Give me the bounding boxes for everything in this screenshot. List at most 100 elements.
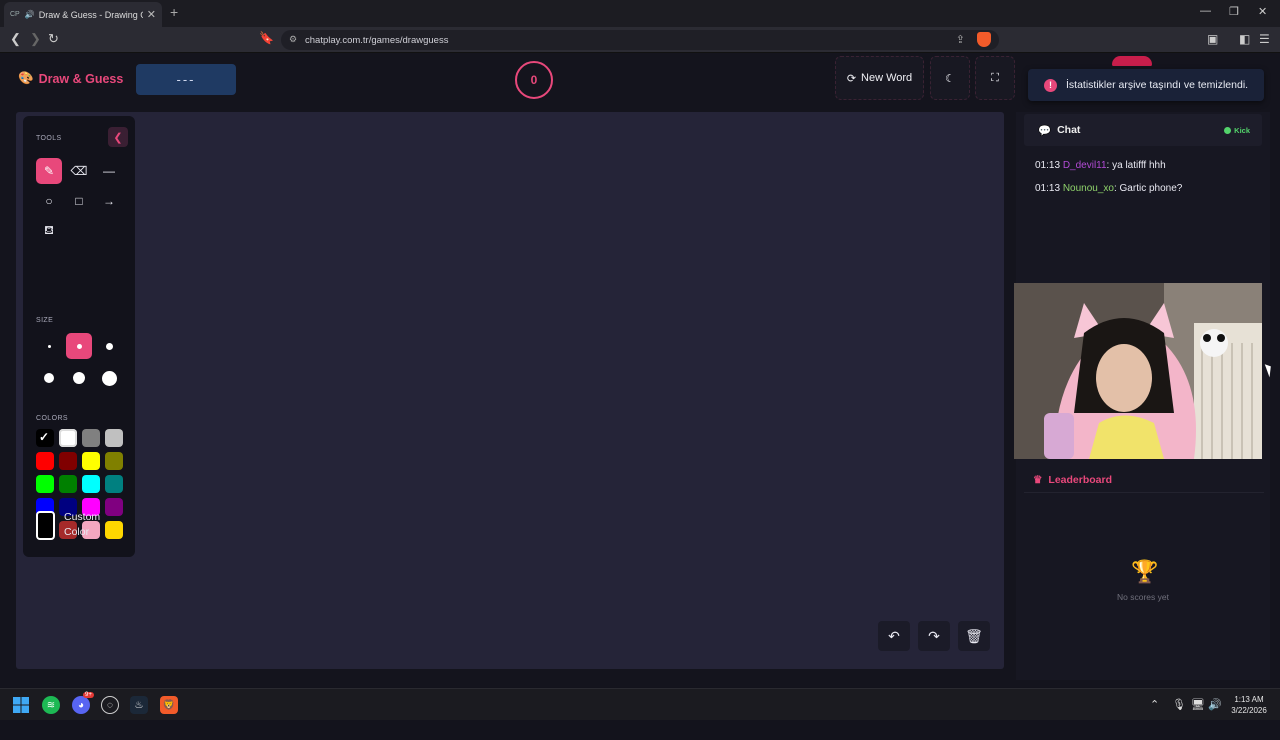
menu-icon[interactable]: ☰ bbox=[1259, 32, 1270, 46]
line-tool[interactable]: — bbox=[96, 158, 122, 184]
share-icon[interactable]: ⇪ bbox=[956, 33, 965, 46]
tray-overflow-icon[interactable]: ⌃ bbox=[1150, 698, 1159, 711]
size-1[interactable] bbox=[36, 333, 62, 359]
restore-icon[interactable]: ❐ bbox=[1229, 5, 1239, 18]
dark-mode-button[interactable]: ☾ bbox=[930, 56, 970, 100]
obs-icon[interactable]: ◌ bbox=[101, 696, 119, 714]
bookmark-icon[interactable]: 🔖 bbox=[259, 31, 274, 45]
leaderboard-title: Leaderboard bbox=[1048, 474, 1113, 486]
side-panel: 💬 Chat Kick 01:13 D_devil11: ya latifff … bbox=[1014, 112, 1270, 680]
size-2[interactable] bbox=[66, 333, 92, 359]
color-swatch[interactable] bbox=[82, 452, 100, 470]
custom-color-button[interactable]: Custom Color bbox=[36, 503, 122, 547]
brave-shields-icon[interactable] bbox=[977, 32, 991, 47]
color-swatch[interactable] bbox=[59, 429, 77, 447]
reload-icon[interactable]: ↻ bbox=[48, 31, 59, 47]
forward-icon[interactable]: ❯ bbox=[30, 31, 41, 47]
chat-username[interactable]: Nounou_xo bbox=[1063, 183, 1114, 194]
record-button[interactable] bbox=[1112, 56, 1152, 66]
drawing-canvas[interactable] bbox=[16, 112, 1004, 669]
word-display: --- bbox=[136, 64, 236, 95]
color-swatch[interactable] bbox=[59, 452, 77, 470]
browser-tab-bar: CP 🔊 Draw & Guess - Drawing Gam ✕ + — ❐ … bbox=[0, 0, 1280, 27]
line-icon: — bbox=[103, 164, 115, 178]
size-heading: SIZE bbox=[36, 317, 54, 324]
close-window-icon[interactable]: ✕ bbox=[1258, 5, 1267, 18]
new-tab-icon[interactable]: + bbox=[170, 4, 178, 20]
chat-username[interactable]: D_devil11 bbox=[1063, 160, 1107, 171]
network-icon[interactable]: 🖥 bbox=[1191, 698, 1205, 711]
undo-button[interactable]: ↶ bbox=[878, 621, 910, 651]
sidebar-icon[interactable]: ◧ bbox=[1239, 32, 1250, 46]
taskbar-clock[interactable]: 1:13 AM 3/22/2026 bbox=[1222, 694, 1276, 716]
windows-start-icon[interactable] bbox=[12, 696, 30, 714]
brave-browser-icon[interactable]: 🦁 bbox=[160, 696, 178, 714]
browser-tab[interactable]: CP 🔊 Draw & Guess - Drawing Gam ✕ bbox=[4, 2, 162, 27]
color-swatch[interactable] bbox=[105, 429, 123, 447]
color-swatch[interactable] bbox=[82, 429, 100, 447]
circle-tool[interactable]: ○ bbox=[36, 188, 62, 214]
rectangle-tool[interactable]: □ bbox=[66, 188, 92, 214]
undo-icon: ↶ bbox=[888, 627, 900, 644]
brush-tool[interactable]: ✎ bbox=[36, 158, 62, 184]
spotify-icon[interactable]: ≋ bbox=[42, 696, 60, 714]
clock-date: 3/22/2026 bbox=[1231, 706, 1267, 715]
size-3[interactable] bbox=[96, 333, 122, 359]
clock-time: 1:13 AM bbox=[1234, 695, 1264, 704]
crown-icon: ♛ bbox=[1033, 474, 1043, 486]
back-icon[interactable]: ❮ bbox=[10, 31, 21, 47]
moon-icon: ☾ bbox=[945, 72, 955, 85]
size-4[interactable] bbox=[36, 365, 62, 391]
url-field[interactable]: ⚙ chatplay.com.tr/games/drawguess ⇪ bbox=[281, 30, 999, 50]
tab-title: Draw & Guess - Drawing Gam bbox=[38, 9, 143, 20]
site-info-icon[interactable]: ⚙ bbox=[289, 34, 297, 45]
color-swatch[interactable] bbox=[36, 475, 54, 493]
paint-bucket-icon: ⛾ bbox=[44, 223, 54, 237]
toolbox-panel: TOOLS ❮ ✎ ⌫ — ○ □ → ⛾ SIZE COLORS Custom… bbox=[23, 116, 135, 557]
custom-color-label: Custom Color bbox=[64, 511, 101, 538]
new-word-button[interactable]: ⟳ New Word bbox=[835, 56, 924, 100]
color-swatch[interactable] bbox=[59, 475, 77, 493]
circle-icon: ○ bbox=[45, 194, 53, 208]
size-6[interactable] bbox=[96, 365, 122, 391]
color-swatch[interactable] bbox=[105, 452, 123, 470]
new-word-label: New Word bbox=[861, 72, 913, 84]
toast-notification: ! İstatistikler arşive taşındı ve temizl… bbox=[1028, 69, 1264, 101]
color-swatch[interactable] bbox=[36, 429, 54, 447]
discord-badge: 9+ bbox=[83, 692, 94, 698]
discord-icon[interactable]: ◕ bbox=[72, 696, 90, 714]
custom-color-icon bbox=[36, 510, 55, 540]
address-bar: ❮ ❯ ↻ 🔖 ⚙ chatplay.com.tr/games/drawgues… bbox=[0, 27, 1280, 53]
app-brand[interactable]: 🎨 Draw & Guess bbox=[18, 71, 123, 86]
chat-message: 01:13 Nounou_xo: Gartic phone? bbox=[1035, 183, 1183, 194]
square-icon: □ bbox=[75, 194, 83, 208]
close-tab-icon[interactable]: ✕ bbox=[147, 8, 156, 21]
arrow-tool[interactable]: → bbox=[96, 188, 122, 214]
steam-icon[interactable]: ♨ bbox=[130, 696, 148, 714]
volume-icon[interactable]: 🔊 bbox=[1208, 698, 1222, 711]
chat-bubbles-icon: 💬 bbox=[1038, 124, 1052, 137]
fill-tool[interactable]: ⛾ bbox=[36, 218, 62, 244]
redo-button[interactable]: ↷ bbox=[918, 621, 950, 651]
wallet-icon[interactable]: ▣ bbox=[1207, 32, 1218, 46]
eraser-tool[interactable]: ⌫ bbox=[66, 158, 92, 184]
minimize-icon[interactable]: — bbox=[1200, 5, 1211, 17]
empty-leaderboard-text: No scores yet bbox=[1117, 592, 1169, 602]
trash-icon: 🗑 bbox=[965, 627, 983, 644]
chat-title: Chat bbox=[1057, 124, 1081, 136]
timer: 0 bbox=[515, 61, 553, 99]
arrow-right-icon: → bbox=[103, 194, 115, 208]
kick-status: Kick bbox=[1224, 126, 1250, 135]
eraser-icon: ⌫ bbox=[70, 164, 88, 178]
fullscreen-button[interactable]: ⛶ bbox=[975, 56, 1015, 100]
color-swatch[interactable] bbox=[82, 475, 100, 493]
alert-icon: ! bbox=[1044, 78, 1057, 92]
size-5[interactable] bbox=[66, 365, 92, 391]
microphone-icon[interactable]: 🎙 bbox=[1172, 698, 1186, 711]
page-scrollbar[interactable] bbox=[1270, 106, 1280, 740]
clear-canvas-button[interactable]: 🗑 bbox=[958, 621, 990, 651]
collapse-toolbox-button[interactable]: ❮ bbox=[108, 127, 128, 147]
audio-icon[interactable]: 🔊 bbox=[25, 10, 35, 19]
color-swatch[interactable] bbox=[105, 475, 123, 493]
color-swatch[interactable] bbox=[36, 452, 54, 470]
